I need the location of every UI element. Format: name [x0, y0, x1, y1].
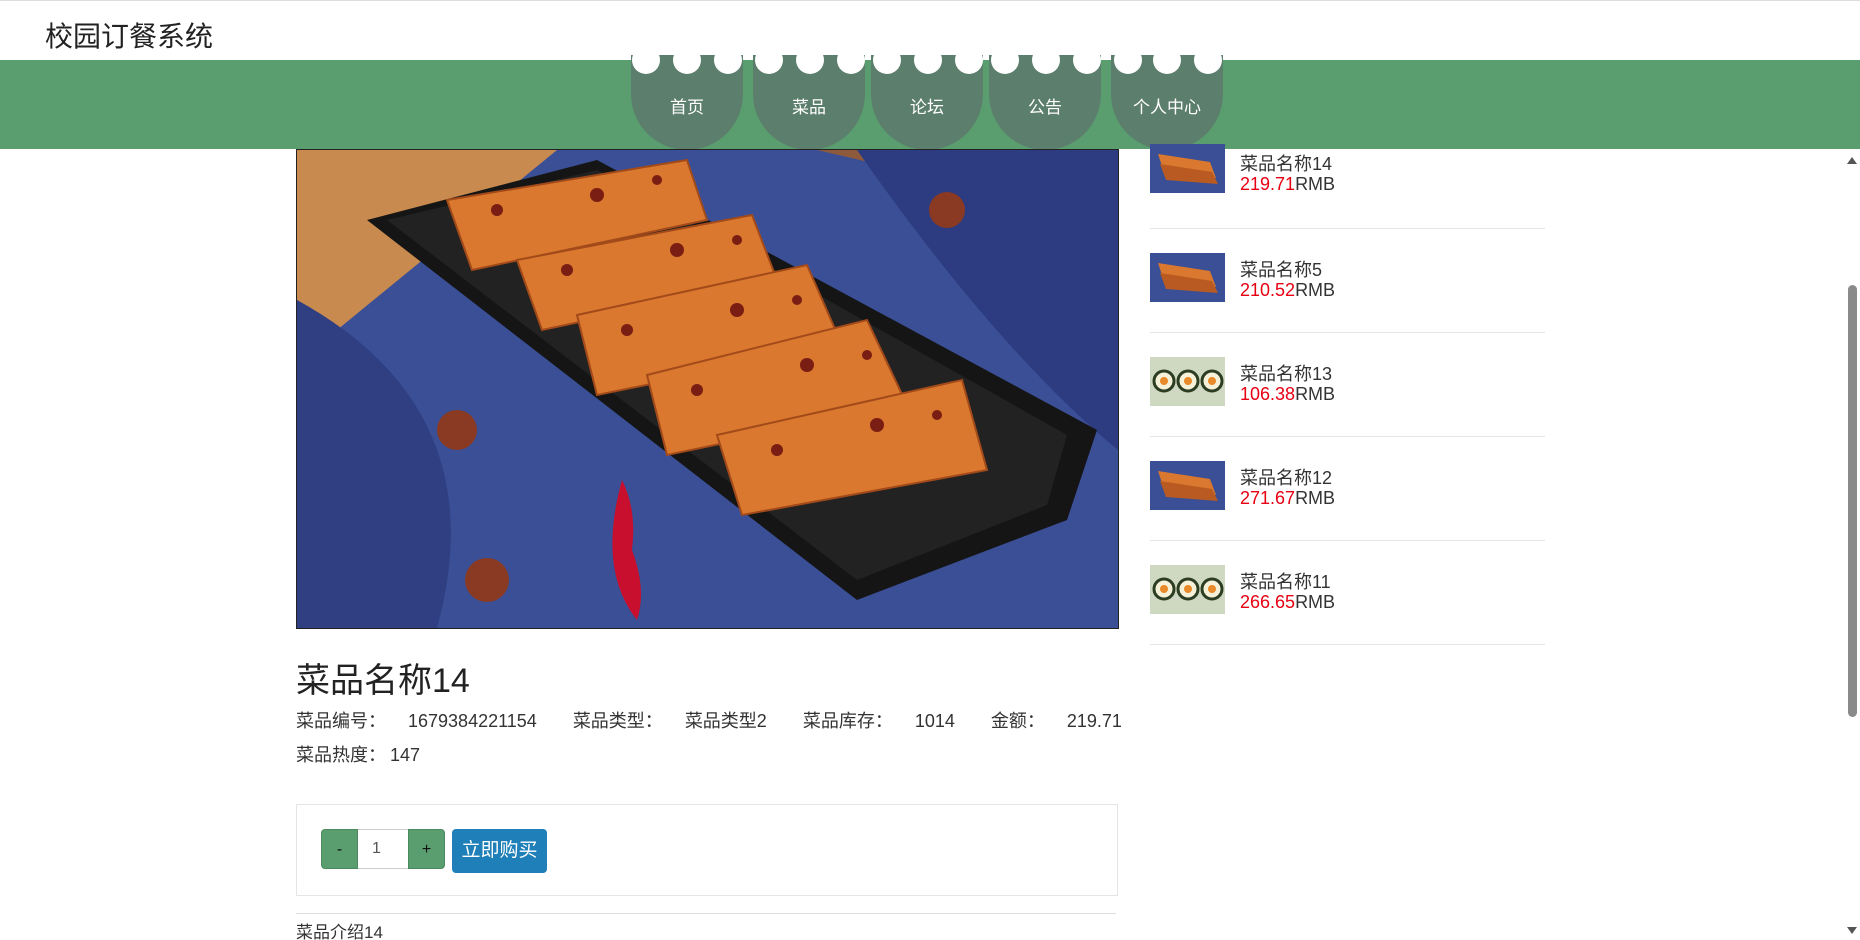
- dish-intro-section: 菜品介绍14: [296, 916, 596, 940]
- dish-price-value: 219.71: [1066, 711, 1122, 731]
- buy-now-button[interactable]: 立即购买: [452, 829, 547, 873]
- list-item-price: 106.38RMB: [1240, 384, 1335, 405]
- dish-type-value: 菜品类型2: [684, 711, 767, 731]
- list-item-name: 菜品名称14: [1240, 154, 1333, 174]
- price-value: 271.67: [1240, 488, 1296, 508]
- dish-main-image: [296, 149, 1119, 629]
- price-unit: RMB: [1295, 174, 1336, 194]
- price-unit: RMB: [1295, 488, 1336, 508]
- dish-type-field: 菜品类型： 菜品类型2: [573, 711, 785, 731]
- price-unit: RMB: [1295, 592, 1336, 612]
- list-item-price: 266.65RMB: [1240, 592, 1335, 613]
- dish-stock-field: 菜品库存： 1014: [803, 711, 973, 731]
- dish-id-label: 菜品编号：: [296, 711, 386, 731]
- site-title: 校园订餐系统: [45, 21, 214, 52]
- rice-cake-icon: [1150, 461, 1225, 510]
- price-value: 106.38: [1240, 384, 1296, 404]
- dish-popularity-label: 菜品热度：: [296, 745, 386, 765]
- scrollbar-thumb[interactable]: [1848, 285, 1857, 717]
- dish-stock-label: 菜品库存：: [802, 711, 893, 731]
- quantity-increase-button[interactable]: +: [408, 829, 445, 869]
- dish-meta-row-1: 菜品编号： 1679384221154 菜品类型： 菜品类型2 菜品库存： 1014 金额：…: [296, 707, 1158, 733]
- quantity-input[interactable]: [358, 829, 408, 869]
- list-item-name: 菜品名称12: [1240, 468, 1333, 488]
- price-value: 219.71: [1240, 174, 1296, 194]
- scroll-up-arrow-icon[interactable]: [1847, 157, 1857, 164]
- dish-intro-text: 菜品介绍14: [296, 923, 383, 940]
- dish-price-label: 金额：: [990, 711, 1045, 731]
- sushi-icon: [1150, 357, 1225, 406]
- price-value: 266.65: [1240, 592, 1296, 612]
- list-item[interactable]: 菜品名称5 210.52RMB: [1150, 229, 1545, 333]
- list-item-name: 菜品名称11: [1240, 572, 1331, 592]
- list-item[interactable]: 菜品名称14 219.71RMB: [1150, 136, 1545, 229]
- list-item-price: 219.71RMB: [1240, 174, 1335, 195]
- dish-id-field: 菜品编号： 1679384221154: [296, 711, 555, 731]
- dish-popularity-value: 147: [390, 745, 421, 765]
- intro-divider: [296, 913, 1116, 914]
- rice-cake-icon: [1150, 144, 1225, 193]
- list-item[interactable]: 菜品名称12 271.67RMB: [1150, 437, 1545, 541]
- dish-meta-row-2: 菜品热度： 147: [296, 741, 438, 767]
- page-scrollbar[interactable]: [1844, 149, 1860, 940]
- list-item-name: 菜品名称13: [1240, 364, 1333, 384]
- sushi-icon: [1150, 565, 1225, 614]
- list-item[interactable]: 菜品名称11 266.65RMB: [1150, 541, 1545, 645]
- scroll-down-arrow-icon[interactable]: [1847, 927, 1857, 934]
- dish-stock-value: 1014: [914, 711, 955, 731]
- rice-cake-icon: [1150, 253, 1225, 302]
- dish-id-value: 1679384221154: [408, 711, 537, 731]
- dish-type-label: 菜品类型：: [572, 711, 663, 731]
- list-item-price: 210.52RMB: [1240, 280, 1335, 301]
- price-value: 210.52: [1240, 280, 1296, 300]
- dish-price-field: 金额： 219.71: [991, 711, 1140, 731]
- buy-panel: - + 立即购买: [296, 804, 1118, 896]
- list-item[interactable]: 菜品名称13 106.38RMB: [1150, 333, 1545, 437]
- list-item-price: 271.67RMB: [1240, 488, 1335, 509]
- price-unit: RMB: [1295, 280, 1336, 300]
- list-item-name: 菜品名称5: [1240, 260, 1323, 280]
- related-dish-list: 菜品名称14 219.71RMB 菜品名称5 210.52RMB 菜品名称13 …: [1150, 136, 1545, 645]
- price-unit: RMB: [1295, 384, 1336, 404]
- dish-title: 菜品名称14: [296, 662, 470, 700]
- quantity-decrease-button[interactable]: -: [321, 829, 358, 869]
